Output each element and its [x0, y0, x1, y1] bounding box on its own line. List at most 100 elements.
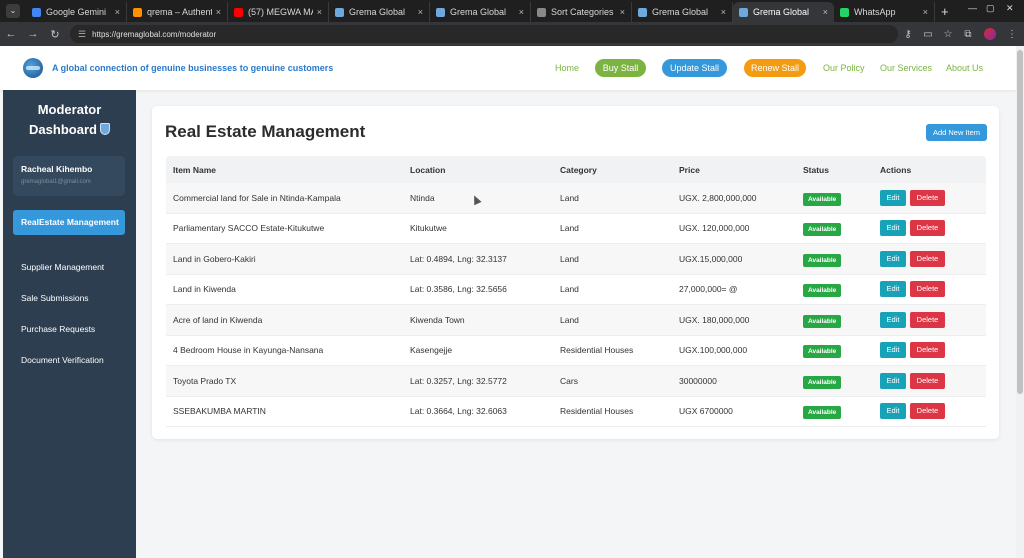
status-cell: Available	[803, 406, 880, 420]
sidebar-item-document-verification[interactable]: Document Verification	[13, 355, 125, 365]
status-cell: Available	[803, 253, 880, 267]
delete-button[interactable]: Delete	[910, 403, 945, 420]
grema-logo[interactable]	[23, 58, 43, 78]
extensions-icon[interactable]: ⧉	[958, 29, 978, 40]
item-name-cell: 4 Bedroom House in Kayunga-Nansana	[173, 345, 324, 356]
tab-close-icon[interactable]: ×	[418, 7, 423, 17]
nav-our-policy[interactable]: Our Policy	[823, 58, 865, 78]
edit-button[interactable]: Edit	[880, 281, 906, 298]
sidebar-item-realestate-management[interactable]: RealEstate Management	[13, 210, 125, 235]
edit-button[interactable]: Edit	[880, 250, 906, 267]
bookmark-star-icon[interactable]: ☆	[938, 29, 958, 40]
actions-cell: Edit Delete	[880, 311, 986, 328]
password-key-icon[interactable]: ⚷	[898, 29, 918, 40]
renew-stall-button[interactable]: Renew Stall	[744, 59, 806, 77]
status-cell: Available	[803, 375, 880, 389]
back-icon[interactable]: ←	[0, 28, 22, 40]
table-row: Acre of land in Kiwenda Kiwenda Town Land U…	[166, 305, 986, 336]
browser-tab[interactable]: Sort Categories b ×	[531, 2, 632, 22]
page-scrollbar[interactable]	[1016, 46, 1024, 558]
tab-close-icon[interactable]: ×	[823, 7, 828, 17]
nav-home[interactable]: Home	[555, 58, 579, 78]
status-badge: Available	[803, 223, 842, 237]
edit-button[interactable]: Edit	[880, 403, 906, 420]
sidebar-item-sale-submissions[interactable]: Sale Submissions	[13, 293, 125, 303]
tab-close-icon[interactable]: ×	[317, 7, 322, 17]
add-new-item-button[interactable]: Add New Item	[926, 124, 987, 141]
minimize-icon[interactable]: —	[968, 3, 977, 13]
reload-icon[interactable]: ↻	[44, 28, 66, 41]
firebase-icon	[133, 7, 142, 17]
sidebar-item-supplier-management[interactable]: Supplier Management	[13, 262, 125, 272]
actions-cell: Edit Delete	[880, 281, 986, 298]
delete-button[interactable]: Delete	[910, 342, 945, 359]
status-badge: Available	[803, 375, 842, 389]
nav-our-services[interactable]: Our Services	[880, 58, 932, 78]
delete-button[interactable]: Delete	[910, 281, 945, 298]
delete-button[interactable]: Delete	[910, 372, 945, 389]
price-cell: UGX. 120,000,000	[679, 223, 750, 234]
delete-button[interactable]: Delete	[910, 311, 945, 328]
whatsapp-icon	[840, 7, 849, 17]
scrollbar-thumb[interactable]	[1017, 50, 1023, 394]
price-cell: UGX. 2,800,000,000	[679, 192, 757, 203]
location-cell: Lat: 0.3664, Lng: 32.6063	[410, 406, 507, 417]
col-location: Location	[410, 164, 446, 175]
delete-button[interactable]: Delete	[910, 250, 945, 267]
sidebar-item-purchase-requests[interactable]: Purchase Requests	[13, 324, 125, 334]
sidebar-title: Moderator Dashboard	[3, 100, 136, 140]
edit-button[interactable]: Edit	[880, 342, 906, 359]
item-name-cell: Toyota Prado TX	[173, 375, 237, 386]
forward-icon[interactable]: →	[22, 28, 44, 40]
tab-close-icon[interactable]: ×	[620, 7, 625, 17]
delete-button[interactable]: Delete	[910, 189, 945, 206]
cast-icon[interactable]: ▭	[918, 29, 938, 40]
browser-tab[interactable]: (57) MEGWA MA ×	[228, 2, 329, 22]
browser-tab[interactable]: WhatsApp ×	[834, 2, 935, 22]
delete-button[interactable]: Delete	[910, 220, 945, 237]
update-stall-button[interactable]: Update Stall	[662, 59, 727, 77]
new-tab-button[interactable]: +	[941, 4, 949, 19]
menu-dots-icon[interactable]: ⋮	[1002, 29, 1022, 40]
status-cell: Available	[803, 192, 880, 206]
table-body: Commercial land for Sale in Ntinda-Kampa…	[166, 183, 986, 427]
tab-close-icon[interactable]: ×	[115, 7, 120, 17]
close-window-icon[interactable]: ✕	[1006, 3, 1014, 14]
tab-title: (57) MEGWA MA	[248, 7, 313, 17]
url-input[interactable]: ☰ https://gremaglobal.com/moderator	[70, 25, 898, 43]
site-info-icon[interactable]: ☰	[78, 29, 86, 40]
edit-button[interactable]: Edit	[880, 189, 906, 206]
category-cell: Land	[560, 223, 579, 234]
moderator-sidebar: Moderator Dashboard Racheal Kihembo grem…	[3, 90, 136, 558]
location-cell: Ntinda	[410, 192, 435, 203]
actions-cell: Edit Delete	[880, 189, 986, 206]
sidebar-title-line2: Dashboard	[29, 122, 97, 137]
maximize-icon[interactable]: ▢	[986, 3, 995, 14]
tab-close-icon[interactable]: ×	[216, 7, 221, 17]
browser-tab[interactable]: Grema Global ×	[632, 2, 733, 22]
browser-tab[interactable]: qrema – Authentic ×	[127, 2, 228, 22]
browser-tab[interactable]: Google Gemini ×	[26, 2, 127, 22]
edit-button[interactable]: Edit	[880, 220, 906, 237]
buy-stall-button[interactable]: Buy Stall	[595, 59, 646, 77]
tab-title: qrema – Authentic	[147, 7, 212, 17]
actions-cell: Edit Delete	[880, 403, 986, 420]
site-tagline: A global connection of genuine businesse…	[52, 63, 334, 73]
browser-tab[interactable]: Grema Global ×	[430, 2, 531, 22]
browser-tab[interactable]: Grema Global ×	[733, 2, 834, 22]
tab-search-button[interactable]: ⌄	[6, 4, 20, 18]
edit-button[interactable]: Edit	[880, 372, 906, 389]
address-bar: ← → ↻ ☰ https://gremaglobal.com/moderato…	[0, 22, 1024, 46]
nav-about-us[interactable]: About Us	[946, 58, 983, 78]
tab-close-icon[interactable]: ×	[721, 7, 726, 17]
category-cell: Residential Houses	[560, 345, 634, 356]
item-name-cell: Commercial land for Sale in Ntinda-Kampa…	[173, 192, 341, 203]
profile-avatar[interactable]	[984, 28, 996, 40]
tab-close-icon[interactable]: ×	[519, 7, 524, 17]
browser-tab[interactable]: Grema Global ×	[329, 2, 430, 22]
edit-button[interactable]: Edit	[880, 311, 906, 328]
status-cell: Available	[803, 345, 880, 359]
tab-strip: ⌄ Google Gemini×qrema – Authentic×(57) M…	[0, 0, 1024, 22]
tab-close-icon[interactable]: ×	[923, 7, 928, 17]
status-cell: Available	[803, 314, 880, 328]
